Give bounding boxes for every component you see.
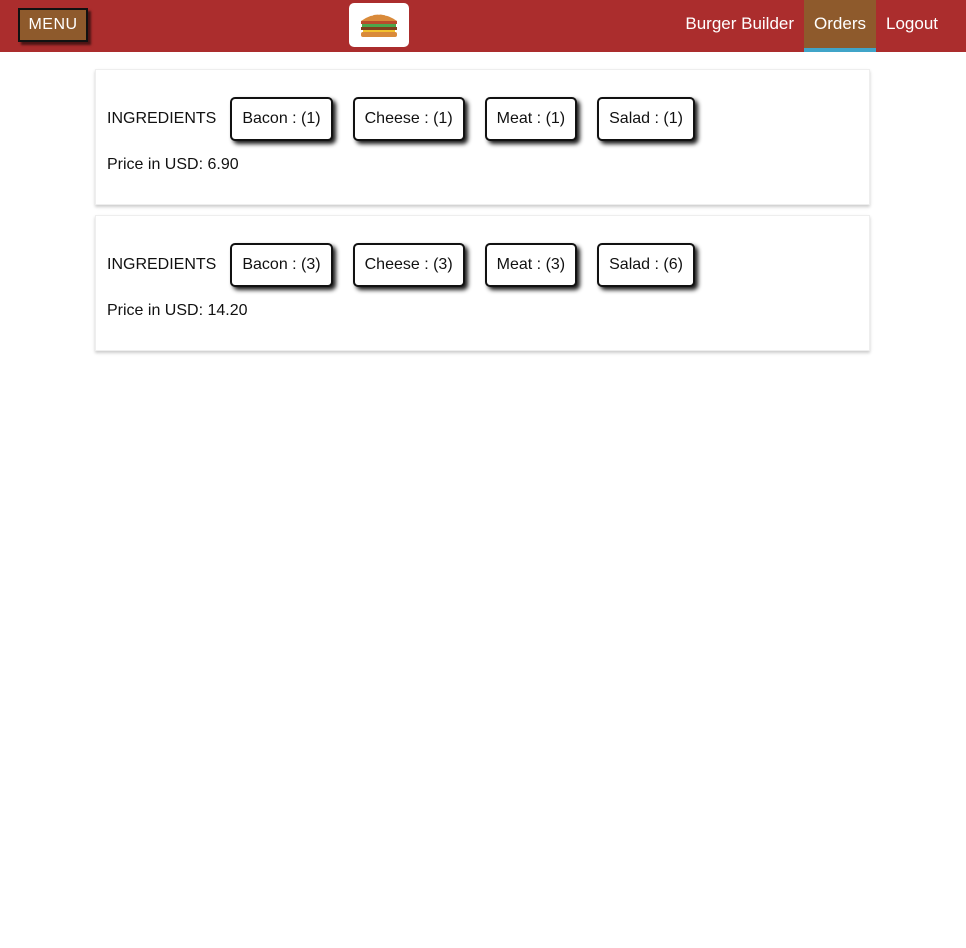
order-card: INGREDIENTS Bacon : (3) Cheese : (3) Mea… — [95, 215, 870, 351]
ingredients-label: INGREDIENTS — [107, 256, 217, 273]
burger-logo-icon — [361, 13, 397, 37]
order-price: Price in USD: 6.90 — [107, 156, 239, 173]
ingredient-cheese: Cheese : (1) — [352, 97, 465, 141]
ingredient-bacon: Bacon : (1) — [230, 97, 333, 141]
nav-burger-builder[interactable]: Burger Builder — [675, 0, 804, 52]
menu-button[interactable]: MENU — [18, 8, 88, 42]
main-nav: Burger Builder Orders Logout — [675, 0, 948, 52]
ingredient-bacon: Bacon : (3) — [230, 243, 333, 287]
toolbar: MENU Burger Builder Orders Logout — [0, 0, 966, 52]
logo[interactable] — [349, 3, 409, 47]
orders-list: INGREDIENTS Bacon : (1) Cheese : (1) Mea… — [95, 69, 870, 361]
order-price: Price in USD: 14.20 — [107, 302, 248, 319]
ingredients-row: INGREDIENTS Bacon : (3) Cheese : (3) Mea… — [107, 242, 715, 288]
ingredient-meat: Meat : (3) — [484, 243, 578, 287]
ingredients-label: INGREDIENTS — [107, 110, 217, 127]
ingredient-meat: Meat : (1) — [484, 97, 578, 141]
ingredient-salad: Salad : (6) — [597, 243, 695, 287]
ingredient-salad: Salad : (1) — [597, 97, 695, 141]
nav-orders[interactable]: Orders — [804, 0, 876, 52]
ingredients-row: INGREDIENTS Bacon : (1) Cheese : (1) Mea… — [107, 96, 715, 142]
nav-logout[interactable]: Logout — [876, 0, 948, 52]
ingredient-cheese: Cheese : (3) — [352, 243, 465, 287]
order-card: INGREDIENTS Bacon : (1) Cheese : (1) Mea… — [95, 69, 870, 205]
